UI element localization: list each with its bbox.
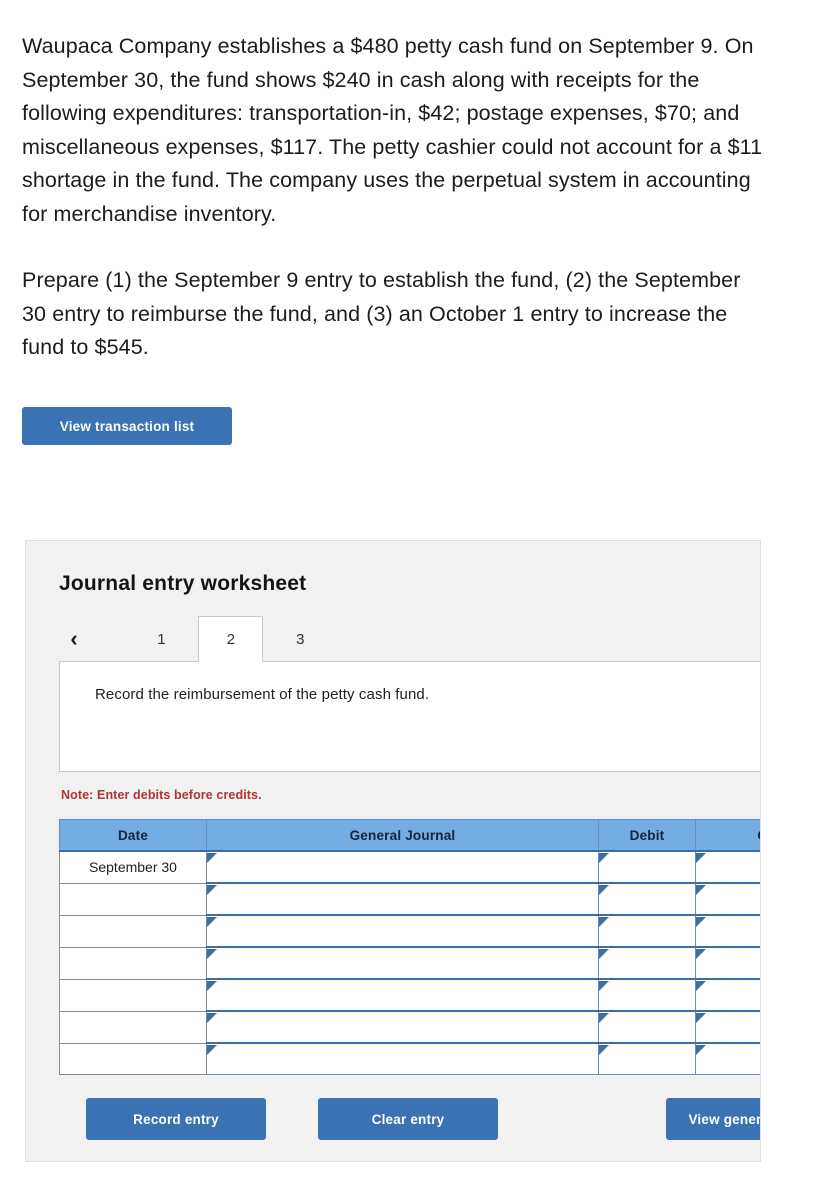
problem-statement: Waupaca Company establishes a $480 petty… <box>0 0 825 365</box>
cell-date[interactable] <box>59 947 207 980</box>
cell-debit[interactable] <box>598 1010 696 1044</box>
cell-credit[interactable] <box>695 1010 760 1044</box>
journal-table-body: September 30 <box>59 850 760 1075</box>
worksheet-inner: Journal entry worksheet ‹ 1 2 3 Record t… <box>26 572 760 1140</box>
problem-paragraph-1: Waupaca Company establishes a $480 petty… <box>22 34 763 226</box>
view-transaction-list-button[interactable]: View transaction list <box>22 406 232 445</box>
cell-debit[interactable] <box>598 1042 696 1075</box>
journal-table-container: Date General Journal Debit Credit Septem… <box>59 819 760 1075</box>
column-header-date: Date <box>59 819 207 852</box>
tab-spacer <box>93 616 124 662</box>
tab-2[interactable]: 2 <box>198 616 264 662</box>
cell-credit[interactable] <box>695 978 760 1012</box>
cell-date[interactable]: September 30 <box>59 851 207 884</box>
cell-debit[interactable] <box>598 882 696 916</box>
chevron-left-icon[interactable]: ‹ <box>59 616 89 662</box>
cell-credit[interactable] <box>695 1042 760 1075</box>
cell-date[interactable] <box>59 915 207 948</box>
instruction-panel: Record the reimbursement of the petty ca… <box>59 661 760 772</box>
column-header-general-journal: General Journal <box>206 819 599 852</box>
tab-3[interactable]: 3 <box>268 616 333 662</box>
tab-1[interactable]: 1 <box>129 616 194 662</box>
table-row <box>59 914 760 948</box>
instruction-text: Record the reimbursement of the petty ca… <box>95 686 430 703</box>
cell-date[interactable] <box>59 1011 207 1044</box>
cell-general-journal[interactable] <box>206 882 599 916</box>
column-header-debit: Debit <box>598 819 696 852</box>
table-header-row: Date General Journal Debit Credit <box>59 819 760 852</box>
clear-entry-button[interactable]: Clear entry <box>318 1098 498 1140</box>
cell-credit[interactable] <box>695 850 760 884</box>
cell-credit[interactable] <box>695 914 760 948</box>
record-entry-button[interactable]: Record entry <box>86 1098 266 1140</box>
debits-before-credits-note: Note: Enter debits before credits. <box>61 788 262 802</box>
journal-entry-worksheet-card: Journal entry worksheet ‹ 1 2 3 Record t… <box>25 540 761 1162</box>
cell-date[interactable] <box>59 979 207 1012</box>
table-row: September 30 <box>59 850 760 884</box>
cell-general-journal[interactable] <box>206 978 599 1012</box>
table-row <box>59 1010 760 1044</box>
view-general-journal-button[interactable]: View general journal <box>666 1098 760 1140</box>
table-row <box>59 978 760 1012</box>
cell-date[interactable] <box>59 1043 207 1075</box>
cell-credit[interactable] <box>695 882 760 916</box>
worksheet-title: Journal entry worksheet <box>59 572 307 595</box>
cell-debit[interactable] <box>598 850 696 884</box>
table-row <box>59 1042 760 1075</box>
column-header-credit: Credit <box>695 819 760 852</box>
table-row <box>59 882 760 916</box>
table-row <box>59 946 760 980</box>
cell-debit[interactable] <box>598 914 696 948</box>
cell-general-journal[interactable] <box>206 1010 599 1044</box>
cell-general-journal[interactable] <box>206 914 599 948</box>
worksheet-tabs: ‹ 1 2 3 <box>26 616 760 662</box>
journal-entry-table: Date General Journal Debit Credit Septem… <box>59 819 760 1075</box>
problem-paragraph-2: Prepare (1) the September 9 entry to est… <box>22 268 741 359</box>
cell-general-journal[interactable] <box>206 946 599 980</box>
cell-date[interactable] <box>59 883 207 916</box>
cell-debit[interactable] <box>598 946 696 980</box>
view-transaction-list-container: View transaction list <box>0 406 825 445</box>
cell-general-journal[interactable] <box>206 1042 599 1075</box>
cell-general-journal[interactable] <box>206 850 599 884</box>
worksheet-actions: Record entry Clear entry View general jo… <box>26 1098 760 1140</box>
cell-credit[interactable] <box>695 946 760 980</box>
cell-debit[interactable] <box>598 978 696 1012</box>
